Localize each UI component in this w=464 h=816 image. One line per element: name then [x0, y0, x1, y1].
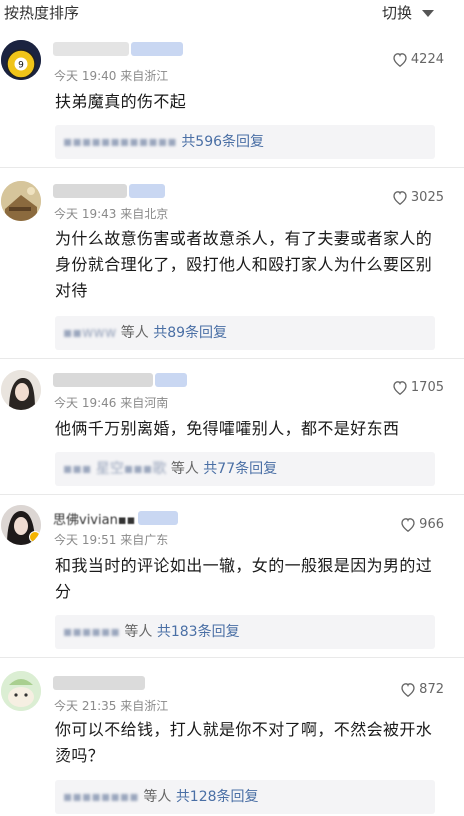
- reply-summary[interactable]: ▪▪▪ 星空▪▪▪歌 等人 共77条回复: [55, 452, 435, 486]
- reply-summary[interactable]: ▪▪www 等人 共89条回复: [55, 316, 435, 350]
- switch-sort-button[interactable]: 切换: [382, 2, 434, 23]
- heart-icon: [401, 518, 415, 532]
- like-button[interactable]: 966: [400, 517, 444, 532]
- username[interactable]: [53, 372, 187, 388]
- reply-user-names: ▪▪▪▪▪▪: [63, 624, 120, 640]
- verified-badge-icon: [29, 531, 41, 543]
- comment-meta: 今天 19:46 来自河南: [54, 396, 169, 410]
- username[interactable]: 思佛vivian▪▪: [53, 510, 179, 528]
- reply-summary[interactable]: ▪▪▪▪▪▪ 等人 共183条回复: [55, 615, 435, 649]
- reply-user-names: ▪▪▪ 星空▪▪▪歌: [63, 461, 167, 477]
- username-text: 思佛vivian▪▪: [53, 512, 136, 528]
- reply-count: 共596条回复: [181, 134, 265, 150]
- caret-down-icon: [422, 10, 434, 17]
- username[interactable]: [53, 183, 165, 199]
- like-button[interactable]: 1705: [392, 380, 444, 395]
- reply-summary[interactable]: ▪▪▪▪▪▪▪▪▪▪▪▪ 共596条回复: [55, 125, 435, 159]
- divider: [0, 358, 464, 359]
- photo-avatar-icon: [1, 181, 41, 221]
- divider: [0, 494, 464, 495]
- avatar[interactable]: [1, 505, 41, 545]
- heart-icon: [401, 683, 415, 697]
- like-count: 872: [419, 682, 444, 697]
- comment-meta: 今天 19:51 来自广东: [54, 533, 169, 547]
- comment-text: 你可以不给钱，打人就是你不对了啊，不然会被开水烫吗？: [55, 720, 433, 765]
- comment-text: 和我当时的评论如出一辙，女的一般狠是因为男的过分: [55, 556, 433, 601]
- reply-count: 共128条回复: [175, 789, 259, 805]
- comment-meta: 今天 19:43 来自北京: [54, 207, 169, 221]
- heart-icon: [393, 53, 407, 67]
- comment-text: 扶弟魔真的伤不起: [55, 92, 187, 111]
- heart-icon: [393, 381, 407, 395]
- comment-meta: 今天 19:40 来自浙江: [54, 69, 169, 83]
- username[interactable]: [53, 675, 145, 691]
- portrait-avatar-icon: [1, 370, 41, 410]
- billiard-ball-avatar-icon: 9: [1, 40, 41, 80]
- sort-by-heat-label: 按热度排序: [4, 4, 80, 22]
- reply-others-label: 等人: [143, 789, 172, 805]
- comment-sort-bar: 按热度排序 切换: [0, 0, 464, 28]
- avatar[interactable]: [1, 370, 41, 410]
- reply-user-names: ▪▪▪▪▪▪▪▪▪▪▪▪: [63, 134, 177, 150]
- divider: [0, 167, 464, 168]
- like-button[interactable]: 872: [400, 682, 444, 697]
- reply-user-names: ▪▪www: [63, 325, 117, 341]
- avatar[interactable]: 9: [1, 40, 41, 80]
- reply-user-names: ▪▪▪▪▪▪▪▪: [63, 789, 139, 805]
- comment-text: 他俩千万别离婚，免得嚯嚯别人，都不是好东西: [55, 419, 400, 438]
- reply-count: 共183条回复: [156, 624, 240, 640]
- reply-others-label: 等人: [124, 624, 153, 640]
- reply-count: 共77条回复: [203, 461, 278, 477]
- avatar[interactable]: [1, 181, 41, 221]
- cartoon-avatar-icon: [1, 671, 41, 711]
- divider: [0, 657, 464, 658]
- like-count: 1705: [410, 380, 444, 395]
- like-button[interactable]: 4224: [392, 52, 444, 67]
- like-count: 966: [419, 517, 444, 532]
- comment-text: 为什么故意伤害或者故意杀人，有了夫妻或者家人的身份就合理化了，殴打他人和殴打家人…: [55, 229, 433, 300]
- svg-text:9: 9: [18, 61, 24, 71]
- reply-others-label: 等人: [120, 325, 149, 341]
- avatar[interactable]: [1, 671, 41, 711]
- reply-count: 共89条回复: [153, 325, 228, 341]
- like-count: 4224: [410, 52, 444, 67]
- comment-meta: 今天 21:35 来自浙江: [54, 699, 169, 713]
- switch-label: 切换: [381, 4, 412, 22]
- username[interactable]: [53, 41, 183, 57]
- like-count: 3025: [410, 190, 444, 205]
- reply-summary[interactable]: ▪▪▪▪▪▪▪▪ 等人 共128条回复: [55, 780, 435, 814]
- reply-others-label: 等人: [170, 461, 199, 477]
- heart-icon: [393, 191, 407, 205]
- like-button[interactable]: 3025: [392, 190, 444, 205]
